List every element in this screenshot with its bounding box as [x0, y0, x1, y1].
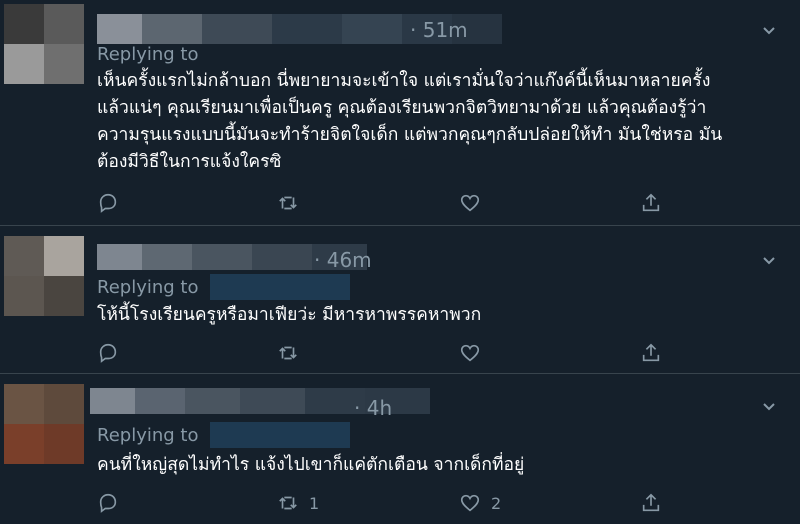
reply-icon — [99, 343, 117, 363]
tweet-text: เห็นครั้งแรกไม่กล้าบอก นี่พยายามจะเข้าใจ… — [97, 68, 777, 176]
tweet-text-line: ต้องมีวิธีในการแจ้งใครซิ — [97, 152, 282, 172]
share-button[interactable] — [640, 492, 662, 514]
tweet-text-line: คนที่ใหญ่สุดไม่ทำไร แจ้งไปเขาก็แค่ตักเตื… — [97, 455, 525, 475]
replying-to: Replying to — [97, 274, 351, 300]
like-button[interactable] — [459, 192, 491, 214]
tweet[interactable]: · 46m Replying to โห้นี้โรงเรียนครูหรือม… — [0, 226, 800, 374]
avatar[interactable] — [4, 236, 84, 316]
replying-label: Replying to — [97, 276, 199, 298]
replying-to: Replying to — [97, 422, 351, 448]
share-button[interactable] — [640, 342, 662, 364]
tweet-text-line: ความรุนแรงแบบนี้มันจะทำร้ายจิตใจเด็ก แต่… — [97, 125, 723, 145]
reply-button[interactable] — [97, 342, 119, 364]
retweet-count: 1 — [309, 493, 320, 513]
avatar[interactable] — [4, 4, 84, 84]
like-icon — [460, 194, 480, 212]
share-icon — [642, 343, 660, 362]
retweet-icon — [279, 196, 297, 210]
avatar[interactable] — [4, 384, 84, 464]
retweet-button[interactable] — [277, 342, 309, 364]
replying-label: Replying to — [97, 44, 199, 64]
retweet-icon — [279, 346, 297, 360]
retweet-button[interactable]: 1 — [277, 492, 319, 514]
chevron-down-icon[interactable] — [762, 400, 776, 414]
tweet-text-line: โห้นี้โรงเรียนครูหรือมาเฟียว่ะ มีหารหาพร… — [97, 305, 482, 325]
reply-icon — [99, 493, 117, 513]
reply-icon — [99, 193, 117, 213]
like-count: 2 — [491, 493, 502, 513]
reply-button[interactable] — [97, 192, 119, 214]
share-button[interactable] — [640, 192, 662, 214]
tweet-text: คนที่ใหญ่สุดไม่ทำไร แจ้งไปเขาก็แค่ตักเตื… — [97, 452, 777, 479]
replied-handle-blurred[interactable] — [210, 274, 351, 300]
chevron-down-icon[interactable] — [762, 24, 776, 38]
replying-label: Replying to — [97, 424, 199, 446]
tweet-text: โห้นี้โรงเรียนครูหรือมาเฟียว่ะ มีหารหาพร… — [97, 302, 777, 329]
share-icon — [642, 193, 660, 212]
like-icon — [460, 344, 480, 362]
tweet[interactable]: · 51m Replying to เห็นครั้งแรกไม่กล้าบอก… — [0, 0, 800, 226]
retweet-icon — [279, 496, 297, 510]
share-icon — [642, 493, 660, 512]
tweet[interactable]: · 4h Replying to คนที่ใหญ่สุดไม่ทำไร แจ้… — [0, 374, 800, 524]
like-button[interactable] — [459, 342, 491, 364]
tweet-text-line: เห็นครั้งแรกไม่กล้าบอก นี่พยายามจะเข้าใจ… — [97, 71, 711, 91]
like-button[interactable]: 2 — [459, 492, 501, 514]
replying-to: Replying to — [97, 44, 198, 64]
retweet-button[interactable] — [277, 192, 309, 214]
like-icon — [460, 494, 480, 512]
timestamp[interactable]: · 51m — [410, 18, 468, 42]
replied-handle-blurred[interactable] — [210, 422, 351, 448]
timestamp[interactable]: · 46m — [314, 248, 372, 272]
timestamp[interactable]: · 4h — [354, 396, 392, 420]
tweet-actions — [97, 342, 697, 366]
tweet-actions — [97, 192, 697, 216]
chevron-down-icon[interactable] — [762, 254, 776, 268]
tweet-actions: 1 2 — [97, 492, 697, 516]
tweet-text-line: แล้วแน่ๆ คุณเรียนมาเพื่อเป็นครู คุณต้องเ… — [97, 98, 707, 118]
reply-button[interactable] — [97, 492, 119, 514]
